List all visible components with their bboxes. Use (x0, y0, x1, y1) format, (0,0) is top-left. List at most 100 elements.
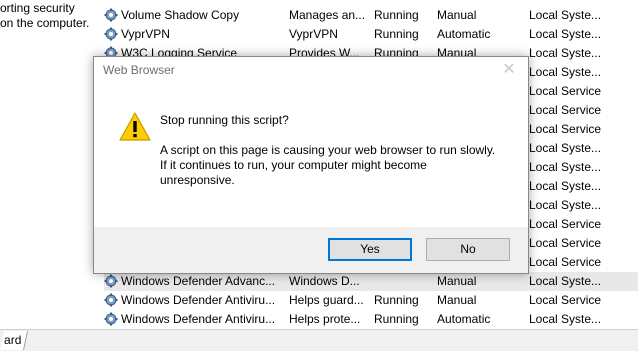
service-log-on-as-text: Local Service (529, 122, 602, 136)
service-log-on-as-text: Local Service (529, 293, 602, 307)
service-startup-type-text: Automatic (437, 312, 491, 326)
gear-icon (104, 293, 118, 307)
service-log-on-as: Local Service (529, 120, 638, 139)
service-log-on-as-text: Local Syste... (529, 8, 602, 22)
service-description: Helps prote... (289, 310, 369, 329)
service-description-text: Helps guard... (289, 293, 364, 307)
service-description-text: Windows D... (289, 274, 360, 288)
service-name-text: Windows Defender Antiviru... (121, 312, 276, 326)
service-log-on-as-text: Local Syste... (529, 160, 602, 174)
service-status-text: Running (374, 293, 419, 307)
dialog-heading: Stop running this script? (160, 113, 289, 127)
service-log-on-as-text: Local Service (529, 103, 602, 117)
script-warning-dialog: Web Browser ✕ Stop running this script? … (93, 56, 529, 274)
service-startup-type-text: Automatic (437, 27, 491, 41)
service-status: Running (374, 6, 434, 25)
service-log-on-as: Local Syste... (529, 196, 638, 215)
service-log-on-as-text: Local Service (529, 255, 602, 269)
service-startup-type: Automatic (437, 25, 525, 44)
service-log-on-as: Local Syste... (529, 177, 638, 196)
service-description-text: VyprVPN (289, 27, 338, 41)
service-log-on-as: Local Syste... (529, 310, 638, 329)
service-name-text: Volume Shadow Copy (121, 8, 240, 22)
service-log-on-as-text: Local Service (529, 84, 602, 98)
dialog-message: A script on this page is causing your we… (160, 143, 510, 188)
message-line: If it continues to run, your computer mi… (160, 158, 427, 172)
service-startup-type: Manual (437, 272, 525, 291)
tab-label: ard (4, 333, 22, 347)
service-startup-type: Automatic (437, 310, 525, 329)
service-description-text: Manages an... (289, 8, 366, 22)
service-row[interactable]: VyprVPN VyprVPN Running Automatic Local Syst… (104, 25, 638, 44)
no-button[interactable]: No (426, 238, 510, 261)
service-status-text: Running (374, 312, 419, 326)
service-log-on-as: Local Service (529, 234, 638, 253)
service-log-on-as-text: Local Syste... (529, 46, 602, 60)
service-log-on-as-text: Local Syste... (529, 141, 602, 155)
service-startup-type-text: Manual (437, 293, 477, 307)
gear-icon (104, 274, 118, 288)
service-log-on-as: Local Service (529, 82, 638, 101)
service-row[interactable]: Windows Defender Advanc... Windows D... Ma… (104, 272, 638, 291)
service-description: Windows D... (289, 272, 369, 291)
service-log-on-as: Local Syste... (529, 44, 638, 63)
service-startup-type: Manual (437, 6, 525, 25)
dialog-title: Web Browser (103, 63, 175, 77)
service-name: Windows Defender Advanc... (104, 272, 285, 291)
service-log-on-as-text: Local Syste... (529, 27, 602, 41)
close-button[interactable]: ✕ (494, 58, 524, 82)
service-status: Running (374, 25, 434, 44)
gear-icon (104, 312, 118, 326)
dialog-button-bar: Yes No (94, 227, 528, 273)
service-startup-type: Manual (437, 291, 525, 310)
view-tab-strip: ard (0, 329, 638, 351)
message-line: A script on this page is causing your we… (160, 143, 496, 157)
service-log-on-as: Local Syste... (529, 6, 638, 25)
service-log-on-as-text: Local Syste... (529, 65, 602, 79)
service-log-on-as-text: Local Syste... (529, 198, 602, 212)
service-status: Running (374, 291, 434, 310)
service-log-on-as-text: Local Syste... (529, 179, 602, 193)
service-log-on-as: Local Service (529, 291, 638, 310)
service-startup-type-text: Manual (437, 274, 477, 288)
description-line: orting security (0, 1, 75, 15)
service-name: Windows Defender Antiviru... (104, 310, 285, 329)
service-name: VyprVPN (104, 25, 285, 44)
service-log-on-as-text: Local Syste... (529, 312, 602, 326)
service-log-on-as: Local Service (529, 215, 638, 234)
service-name-text: VyprVPN (121, 27, 170, 41)
message-line: unresponsive. (160, 173, 235, 187)
description-line: on the computer. (0, 16, 90, 30)
service-description: Manages an... (289, 6, 369, 25)
service-row[interactable]: Windows Defender Antiviru... Helps prote.… (104, 310, 638, 329)
warning-triangle-icon (119, 112, 151, 141)
service-log-on-as-text: Local Service (529, 217, 602, 231)
service-status-text: Running (374, 27, 419, 41)
service-name-text: Windows Defender Antiviru... (121, 293, 276, 307)
service-log-on-as-text: Local Service (529, 236, 602, 250)
service-startup-type-text: Manual (437, 8, 477, 22)
service-description: VyprVPN (289, 25, 369, 44)
service-description: Helps guard... (289, 291, 369, 310)
service-name: Windows Defender Antiviru... (104, 291, 285, 310)
service-log-on-as: Local Syste... (529, 63, 638, 82)
service-status: Running (374, 310, 434, 329)
tab-standard[interactable]: ard (0, 331, 29, 350)
yes-button[interactable]: Yes (328, 238, 412, 261)
service-row[interactable]: Volume Shadow Copy Manages an... Running Ma… (104, 6, 638, 25)
service-log-on-as: Local Service (529, 253, 638, 272)
gear-icon (104, 8, 118, 22)
service-log-on-as: Local Syste... (529, 272, 638, 291)
service-status-text: Running (374, 8, 419, 22)
gear-icon (104, 27, 118, 41)
service-description-panel: orting security on the computer. (0, 1, 102, 31)
service-row[interactable]: Windows Defender Antiviru... Helps guard.… (104, 291, 638, 310)
service-log-on-as-text: Local Syste... (529, 274, 602, 288)
service-log-on-as: Local Service (529, 101, 638, 120)
service-log-on-as: Local Syste... (529, 139, 638, 158)
service-log-on-as: Local Syste... (529, 158, 638, 177)
service-name-text: Windows Defender Advanc... (121, 274, 276, 288)
service-log-on-as: Local Syste... (529, 25, 638, 44)
service-name: Volume Shadow Copy (104, 6, 285, 25)
service-description-text: Helps prote... (289, 312, 361, 326)
